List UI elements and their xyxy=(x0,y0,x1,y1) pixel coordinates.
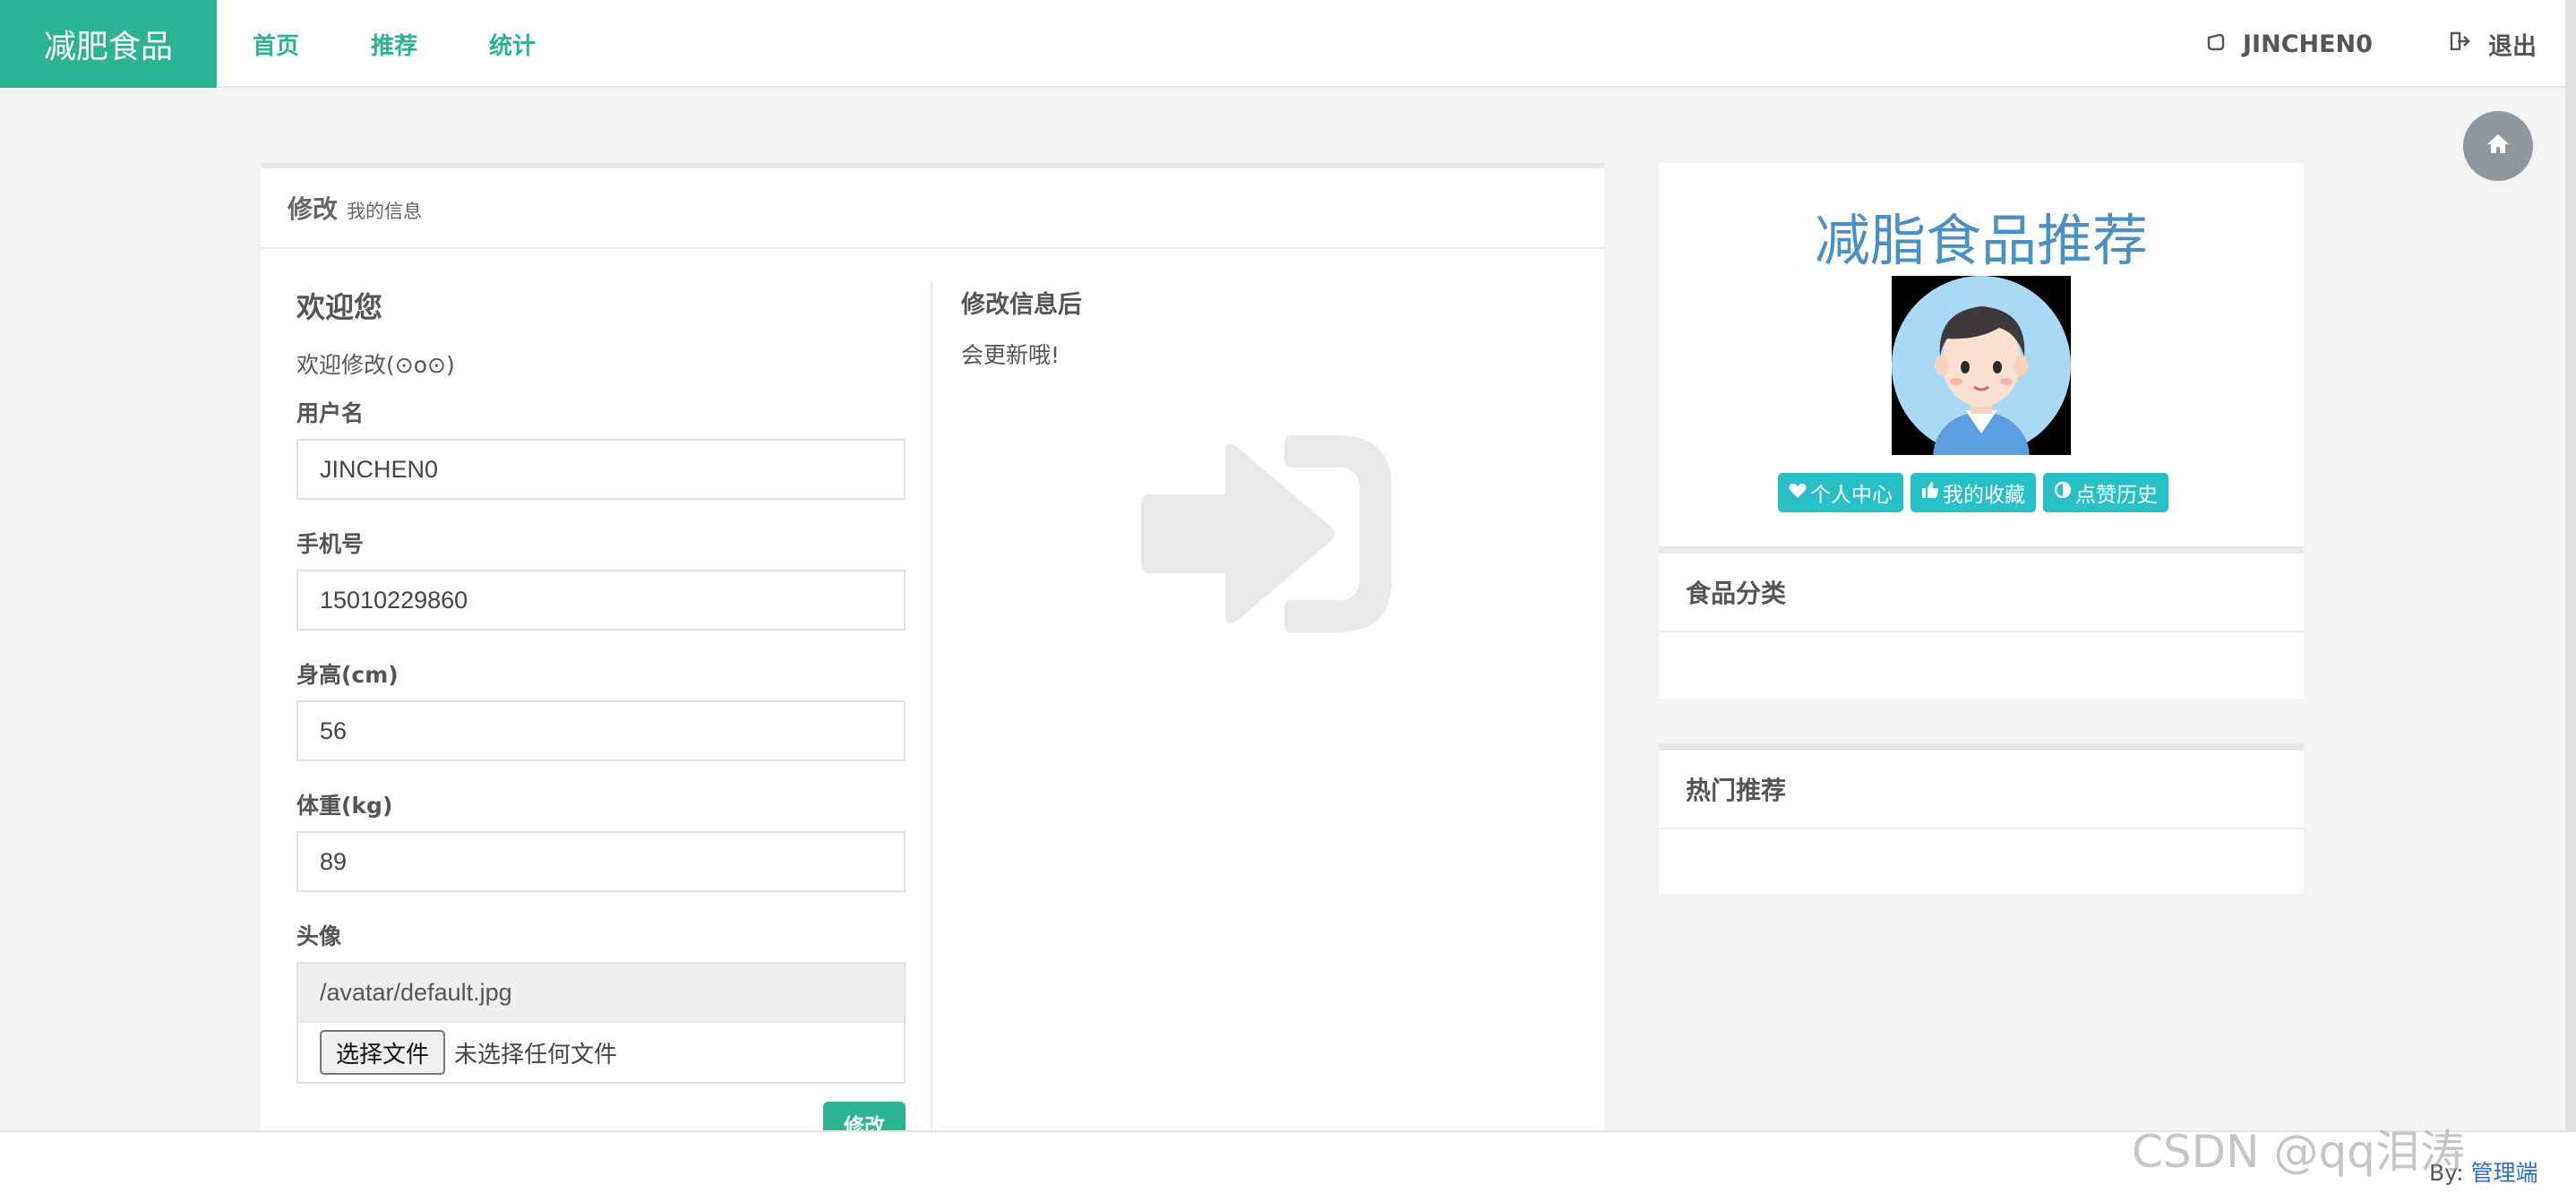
phone-label: 手机号 xyxy=(296,531,365,557)
nav-recommend[interactable]: 推荐 xyxy=(371,0,417,88)
watermark: CSDN @qq泪涛 xyxy=(2132,1126,2465,1178)
profile-actions: 个人中心 我的收藏 点赞历史 xyxy=(1778,473,2168,512)
home-icon xyxy=(2486,131,2510,161)
phone-group: 手机号 xyxy=(296,527,906,631)
logout-link[interactable]: 退出 xyxy=(2449,0,2537,88)
username-input[interactable] xyxy=(296,439,906,500)
card-subtitle: 我的信息 xyxy=(347,201,423,222)
personal-center-label: 个人中心 xyxy=(1810,484,1893,507)
home-float-button[interactable] xyxy=(2463,111,2533,181)
personal-center-button[interactable]: 个人中心 xyxy=(1778,473,1903,512)
logout-label: 退出 xyxy=(2488,32,2537,61)
username-label: 用户名 xyxy=(296,400,365,426)
avatar-label: 头像 xyxy=(296,923,342,949)
height-group: 身高(cm) xyxy=(296,657,906,761)
brand-logo[interactable]: 减肥食品 xyxy=(0,0,217,88)
weight-input[interactable] xyxy=(296,831,906,892)
info-title: 修改信息后 xyxy=(961,291,1082,319)
user-menu[interactable]: JINCHEN0 xyxy=(2203,0,2373,88)
sidebar-separator xyxy=(1659,743,2304,751)
file-status: 未选择任何文件 xyxy=(454,1041,618,1069)
page-scrollbar[interactable] xyxy=(2565,0,2576,1130)
username-label: JINCHEN0 xyxy=(2243,30,2373,58)
card-title: 修改 xyxy=(288,194,339,224)
choose-file-button[interactable]: 选择文件 xyxy=(320,1030,446,1075)
half-circle-icon xyxy=(2054,481,2072,504)
my-favorites-label: 我的收藏 xyxy=(1943,484,2025,507)
sign-out-icon xyxy=(2449,30,2472,58)
profile-title: 减脂食品推荐 xyxy=(1814,208,2148,273)
hot-recommend-title: 热门推荐 xyxy=(1659,751,2304,829)
sidebar-separator xyxy=(1659,546,2304,554)
thumbs-up-icon xyxy=(1921,481,1939,504)
admin-link[interactable]: 管理端 xyxy=(2471,1160,2538,1186)
username-group: 用户名 xyxy=(296,396,906,500)
like-history-label: 点赞历史 xyxy=(2075,484,2158,507)
info-column: 修改信息后 会更新哦! xyxy=(961,285,1082,370)
hot-recommend-card: 热门推荐 xyxy=(1659,751,2304,894)
nav-statistics[interactable]: 统计 xyxy=(489,0,536,88)
height-label: 身高(cm) xyxy=(296,662,399,688)
my-favorites-button[interactable]: 我的收藏 xyxy=(1911,473,2036,512)
height-input[interactable] xyxy=(296,700,906,761)
top-navbar: 减肥食品 首页 推荐 统计 JINCHEN0 退出 xyxy=(0,0,2576,88)
weight-group: 体重(kg) xyxy=(296,788,906,892)
avatar-group: 头像 选择文件 未选择任何文件 xyxy=(296,919,906,1084)
phone-input[interactable] xyxy=(296,570,906,631)
file-picker: 选择文件 未选择任何文件 xyxy=(296,1023,906,1084)
like-history-button[interactable]: 点赞历史 xyxy=(2043,473,2168,512)
category-card: 食品分类 xyxy=(1659,554,2304,699)
card-header: 修改 我的信息 xyxy=(261,168,1604,249)
info-text: 会更新哦! xyxy=(961,342,1060,368)
category-title: 食品分类 xyxy=(1659,554,2304,632)
profile-form: 欢迎您 欢迎修改(⊙o⊙) 用户名 手机号 身高(cm) 体重(kg) 头像 选… xyxy=(296,285,906,1084)
nav-home[interactable]: 首页 xyxy=(253,0,299,88)
hand-icon xyxy=(2203,30,2227,58)
profile-card: 减脂食品推荐 个人中心 我的收藏 点赞历史 xyxy=(1659,163,2304,546)
welcome-text: 欢迎修改(⊙o⊙) xyxy=(296,352,455,378)
sign-in-icon xyxy=(1141,426,1392,637)
welcome-heading: 欢迎您 xyxy=(296,290,383,324)
column-divider xyxy=(931,281,932,1137)
edit-profile-card: 修改 我的信息 欢迎您 欢迎修改(⊙o⊙) 用户名 手机号 身高(cm) 体重(… xyxy=(261,163,1604,1138)
avatar xyxy=(1892,276,2071,455)
avatar-path-input xyxy=(296,962,906,1023)
heart-icon xyxy=(1789,482,1807,504)
weight-label: 体重(kg) xyxy=(296,793,393,819)
